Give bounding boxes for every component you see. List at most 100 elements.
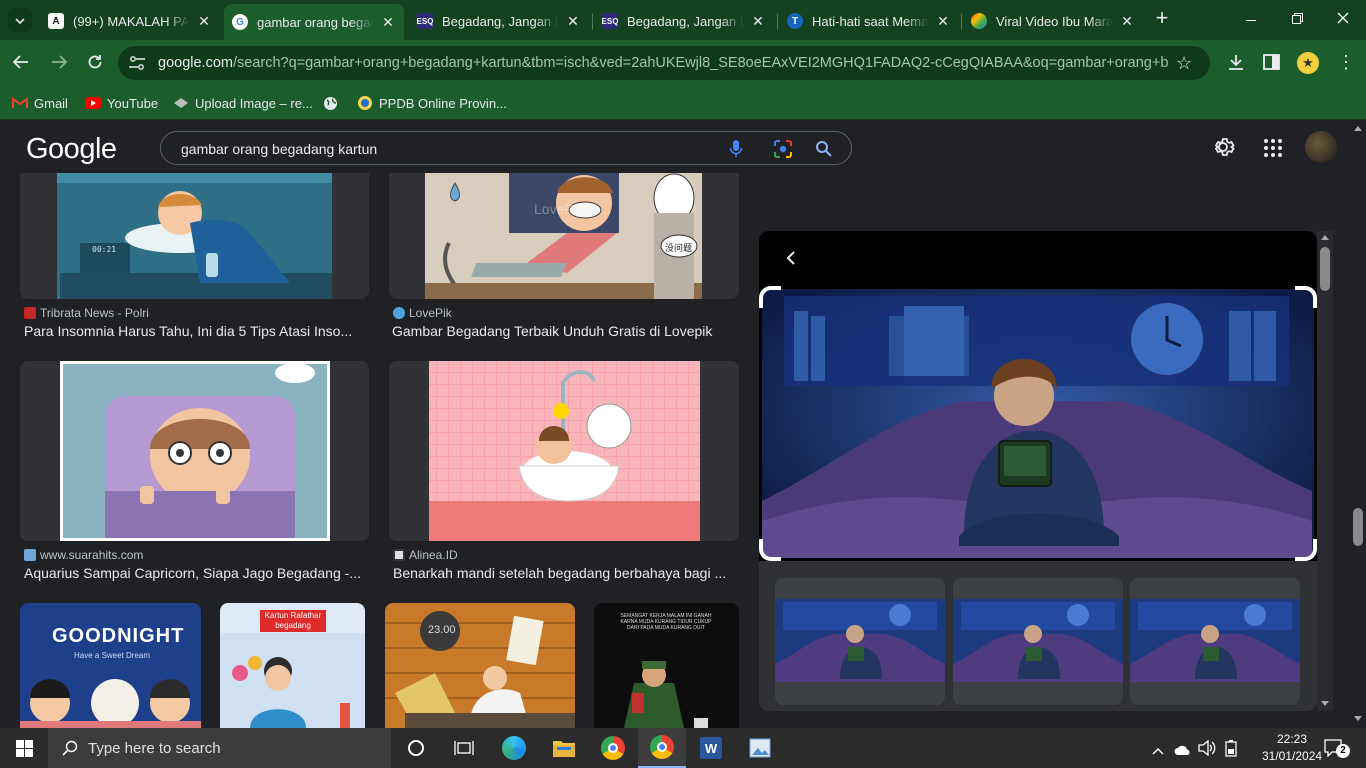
result-thumbnail-rafathar[interactable]: Kartun Rafathar begadang: [220, 603, 365, 728]
google-logo[interactable]: Google: [26, 133, 117, 166]
search-icon[interactable]: [815, 140, 833, 163]
image-preview-panel: [759, 231, 1317, 711]
close-window-button[interactable]: [1328, 0, 1358, 40]
close-icon[interactable]: ✕: [750, 13, 766, 30]
close-icon[interactable]: ✕: [1119, 13, 1135, 30]
edge-icon: [502, 736, 526, 760]
preview-header: [759, 231, 1317, 286]
result-thumbnail-goodnight[interactable]: GOODNIGHT Have a Sweet Dream: [20, 603, 201, 728]
apps-grid-icon[interactable]: [1264, 139, 1282, 162]
bookmark-gmail[interactable]: Gmail: [12, 93, 68, 113]
panel-scrollbar[interactable]: [1317, 231, 1333, 711]
task-view-icon: [454, 741, 474, 755]
globe-icon: [322, 95, 338, 111]
cortana-button[interactable]: [392, 728, 440, 768]
result-card[interactable]: 没问题 LovePik LovePik Gambar Begadang Terb…: [389, 173, 739, 345]
scroll-down-arrow-icon[interactable]: [1321, 701, 1329, 706]
taskbar-edge[interactable]: [490, 728, 538, 768]
bookmark-star-icon[interactable]: ☆: [1176, 53, 1192, 74]
tab-google-images[interactable]: G gambar orang begadang ✕: [224, 4, 404, 40]
tab-search-button[interactable]: [8, 8, 32, 32]
close-icon[interactable]: ✕: [935, 13, 951, 30]
related-image-card[interactable]: [775, 578, 945, 705]
search-input[interactable]: gambar orang begadang kartun: [181, 141, 377, 157]
source-favicon-icon: [24, 549, 36, 561]
scroll-up-arrow-icon[interactable]: [1321, 235, 1329, 240]
page-scrollbar[interactable]: [1350, 121, 1366, 728]
windows-logo-icon: [15, 739, 33, 757]
start-button[interactable]: [0, 728, 48, 768]
forward-button[interactable]: [50, 53, 68, 76]
bookmark-upload-image[interactable]: Upload Image – re...: [173, 93, 313, 113]
url-host: google.com: [158, 55, 233, 71]
speech-bubble-text: 没问题: [665, 243, 693, 253]
clock-date[interactable]: 31/01/2024: [1262, 749, 1322, 763]
result-thumbnail[interactable]: 00:21: [20, 173, 369, 299]
reload-button[interactable]: [86, 53, 104, 76]
taskbar-chrome[interactable]: [589, 728, 637, 768]
search-box[interactable]: gambar orang begadang kartun: [160, 131, 852, 165]
restore-button[interactable]: [1282, 0, 1312, 40]
taskbar-file-explorer[interactable]: [540, 728, 588, 768]
result-thumbnail[interactable]: [20, 361, 369, 541]
address-bar[interactable]: google.com/search?q=gambar+orang+begadan…: [118, 46, 1210, 80]
site-info-icon[interactable]: [128, 55, 146, 76]
result-title[interactable]: Aquarius Sampai Capricorn, Siapa Jago Be…: [24, 565, 364, 581]
result-card[interactable]: 00:21 Tribrata News - Polri Para Insomni…: [20, 173, 369, 345]
tab-viral-video[interactable]: Viral Video Ibu Marah ✕: [963, 6, 1143, 36]
taskbar-photos[interactable]: [736, 728, 784, 768]
bookmark-ppdb[interactable]: PPDB Online Provin...: [357, 93, 507, 113]
bookmark-globe[interactable]: [322, 93, 344, 113]
related-image-card[interactable]: [1130, 578, 1300, 705]
result-card[interactable]: www.suarahits.com Aquarius Sampai Capric…: [20, 361, 369, 586]
menu-kebab-icon[interactable]: ⋮: [1337, 52, 1355, 72]
side-panel-icon[interactable]: [1263, 54, 1280, 75]
close-icon[interactable]: ✕: [565, 13, 581, 30]
result-thumbnail-desk[interactable]: 23.00: [385, 603, 575, 728]
account-avatar[interactable]: [1305, 131, 1337, 163]
scroll-thumb[interactable]: [1353, 508, 1363, 546]
voice-search-icon[interactable]: [729, 139, 743, 164]
result-thumbnail-soldier[interactable]: SEMANGAT KERJA MALAM INI GANAH KARNA MUD…: [594, 603, 739, 728]
scroll-thumb[interactable]: [1320, 247, 1330, 291]
close-icon[interactable]: ✕: [196, 13, 212, 30]
related-image-card[interactable]: [953, 578, 1123, 705]
battery-icon[interactable]: [1225, 740, 1237, 762]
back-button[interactable]: [12, 53, 30, 76]
result-thumbnail[interactable]: [389, 361, 739, 541]
tab-makalah[interactable]: A (99+) MAKALAH PAI I ✕: [40, 6, 220, 36]
chrome-icon: [601, 736, 625, 760]
taskbar-search[interactable]: Type here to search: [48, 728, 391, 768]
result-title[interactable]: Gambar Begadang Terbaik Unduh Gratis di …: [392, 323, 736, 339]
tab-begadang-1[interactable]: ESQ Begadang, Jangan Da ✕: [409, 6, 589, 36]
download-icon[interactable]: [1227, 53, 1245, 76]
result-card[interactable]: Alinea.ID Benarkah mandi setelah begadan…: [389, 361, 739, 586]
minimize-button[interactable]: [1236, 0, 1266, 40]
task-view-button[interactable]: [440, 728, 488, 768]
new-tab-button[interactable]: +: [1150, 7, 1174, 31]
result-title[interactable]: Benarkah mandi setelah begadang berbahay…: [393, 565, 737, 581]
back-chevron-icon[interactable]: [786, 250, 796, 271]
clock-time[interactable]: 22:23: [1262, 732, 1322, 746]
tab-begadang-2[interactable]: ESQ Begadang, Jangan Da ✕: [594, 6, 774, 36]
rafathar-label: Kartun Rafathar begadang: [260, 610, 326, 632]
chevron-up-icon[interactable]: [1152, 742, 1164, 760]
lens-icon[interactable]: [773, 139, 793, 164]
scroll-up-arrow-icon[interactable]: [1354, 126, 1362, 131]
taskbar-word[interactable]: W: [687, 728, 735, 768]
bookmark-youtube[interactable]: YouTube: [85, 93, 158, 113]
settings-gear-icon[interactable]: [1211, 135, 1235, 164]
result-title[interactable]: Para Insomnia Harus Tahu, Ini dia 5 Tips…: [24, 323, 364, 339]
volume-icon[interactable]: [1198, 739, 1216, 761]
esq-icon: ESQ: [417, 13, 433, 29]
gmail-icon: [12, 95, 28, 111]
result-thumbnail[interactable]: 没问题 LovePik: [389, 173, 739, 299]
profile-avatar[interactable]: ★: [1297, 52, 1319, 74]
url-text: google.com/search?q=gambar+orang+begadan…: [158, 55, 1168, 71]
tab-hati-hati[interactable]: T Hati-hati saat Meman ✕: [779, 6, 959, 36]
close-icon[interactable]: ✕: [380, 14, 396, 31]
taskbar-chrome-profile[interactable]: [638, 728, 686, 768]
preview-image[interactable]: [759, 286, 1317, 561]
scroll-down-arrow-icon[interactable]: [1354, 716, 1362, 721]
onedrive-icon[interactable]: [1174, 743, 1192, 761]
